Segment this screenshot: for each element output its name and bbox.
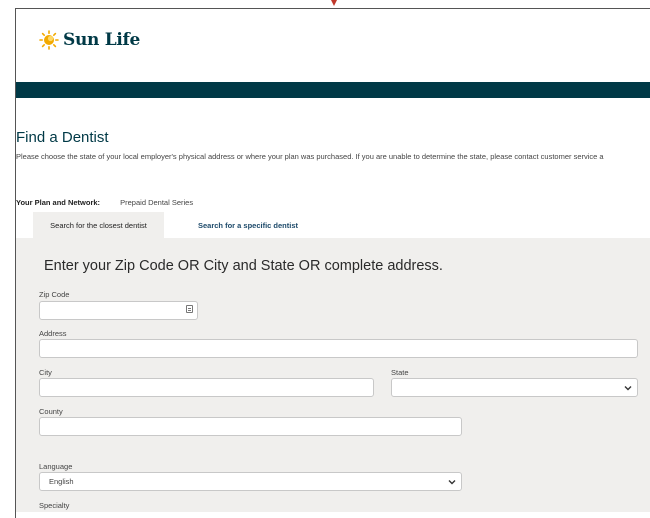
search-panel <box>16 238 650 512</box>
search-heading: Enter your Zip Code OR City and State OR… <box>44 258 443 274</box>
chevron-down-icon <box>624 386 632 391</box>
language-label: Language <box>39 462 73 471</box>
top-navigation-bar <box>16 82 650 98</box>
brand-name: Sun Life <box>63 30 141 50</box>
zip-code-input[interactable] <box>39 301 198 320</box>
tab-closest-dentist[interactable]: Search for the closest dentist <box>33 212 164 238</box>
scroll-marker-icon <box>331 0 337 6</box>
chevron-down-icon <box>448 480 456 485</box>
language-select[interactable]: English <box>39 472 462 491</box>
tab-specific-dentist[interactable]: Search for a specific dentist <box>168 212 328 238</box>
state-label: State <box>391 368 409 377</box>
plan-value: Prepaid Dental Series <box>120 198 194 207</box>
page-title: Find a Dentist <box>16 129 109 146</box>
plan-network-row: Your Plan and Network: Prepaid Dental Se… <box>16 198 193 207</box>
language-select-value: English <box>49 477 74 486</box>
city-input[interactable] <box>39 378 374 397</box>
intro-text: Please choose the state of your local em… <box>16 152 604 161</box>
brand-logo[interactable]: Sun Life <box>39 30 140 50</box>
zip-code-label: Zip Code <box>39 290 70 299</box>
county-label: County <box>39 407 63 416</box>
card-icon <box>186 305 193 313</box>
county-input[interactable] <box>39 417 462 436</box>
address-label: Address <box>39 329 67 338</box>
specialty-label: Specialty <box>39 501 70 510</box>
address-input[interactable] <box>39 339 638 358</box>
state-select[interactable] <box>391 378 638 397</box>
sun-life-logo-icon <box>39 30 59 50</box>
city-label: City <box>39 368 52 377</box>
plan-label: Your Plan and Network: <box>16 198 101 207</box>
